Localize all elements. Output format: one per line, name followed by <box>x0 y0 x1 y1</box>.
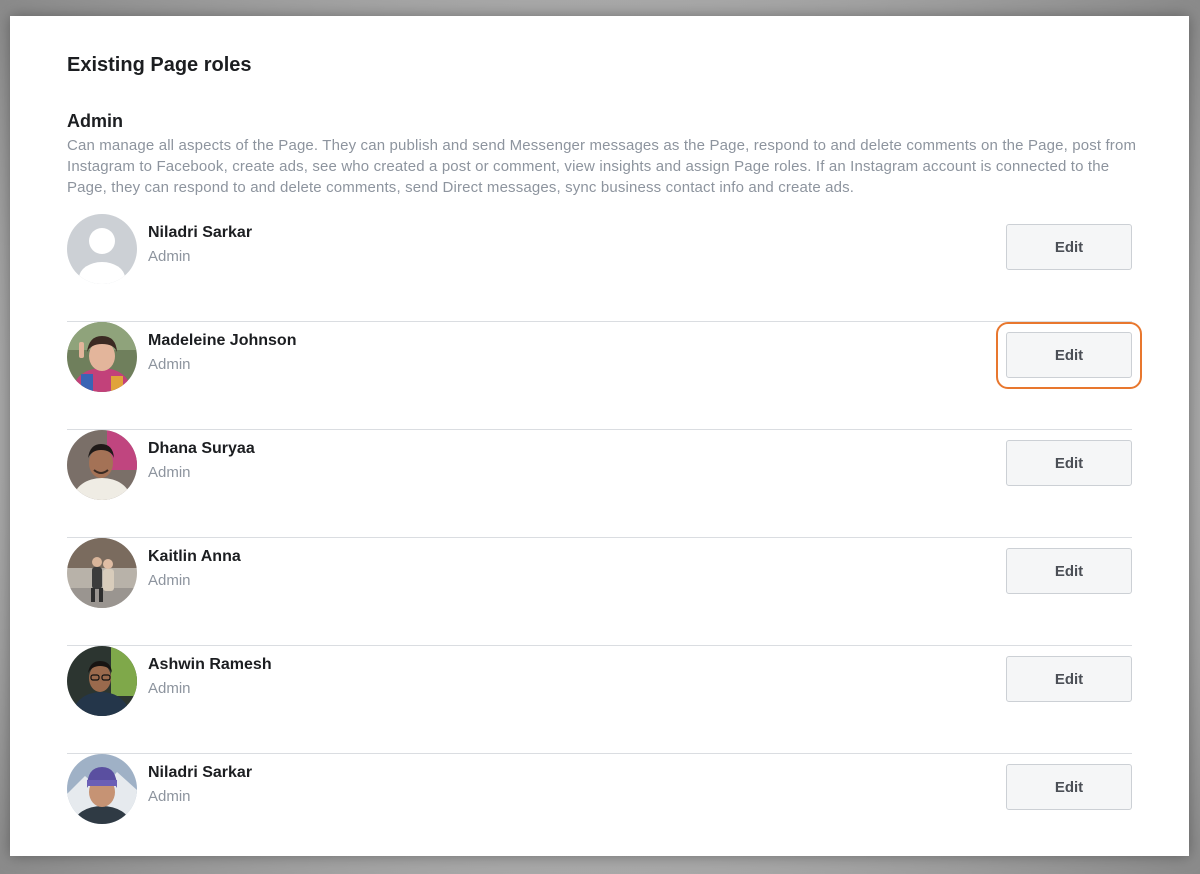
edit-button[interactable]: Edit <box>1006 332 1132 378</box>
member-name: Madeleine Johnson <box>148 332 297 349</box>
section-title-admin: Admin <box>67 111 123 131</box>
member-name: Dhana Suryaa <box>148 440 255 457</box>
member-role: Admin <box>148 248 191 265</box>
page-roles-panel: Existing Page roles Admin Can manage all… <box>10 16 1189 856</box>
avatar <box>67 430 137 500</box>
avatar <box>67 538 137 608</box>
member-role: Admin <box>148 788 191 805</box>
edit-button[interactable]: Edit <box>1006 548 1132 594</box>
member-role: Admin <box>148 464 191 481</box>
edit-button[interactable]: Edit <box>1006 764 1132 810</box>
member-role: Admin <box>148 356 191 373</box>
member-list: Niladri Sarkar Admin Edit Madeleine John… <box>67 214 1142 862</box>
edit-button[interactable]: Edit <box>1006 440 1132 486</box>
member-row: Madeleine Johnson Admin Edit <box>67 322 1142 430</box>
avatar <box>67 646 137 716</box>
member-name: Niladri Sarkar <box>148 764 253 781</box>
member-name: Kaitlin Anna <box>148 548 241 565</box>
member-row: Kaitlin Anna Admin Edit <box>67 538 1132 646</box>
member-row: Dhana Suryaa Admin Edit <box>67 430 1132 538</box>
avatar <box>67 754 137 824</box>
edit-button[interactable]: Edit <box>1006 656 1132 702</box>
edit-button[interactable]: Edit <box>1006 224 1132 270</box>
member-name: Niladri Sarkar <box>148 224 253 241</box>
member-name: Ashwin Ramesh <box>148 656 272 673</box>
section-description: Can manage all aspects of the Page. They… <box>67 137 1137 196</box>
avatar <box>67 322 137 392</box>
member-role: Admin <box>148 572 191 589</box>
member-row: Niladri Sarkar Admin Edit <box>67 754 1132 862</box>
member-row: Ashwin Ramesh Admin Edit <box>67 646 1132 754</box>
default-avatar-icon <box>67 214 137 284</box>
member-row: Niladri Sarkar Admin Edit <box>67 214 1132 322</box>
page-title: Existing Page roles <box>67 54 252 76</box>
member-role: Admin <box>148 680 191 697</box>
